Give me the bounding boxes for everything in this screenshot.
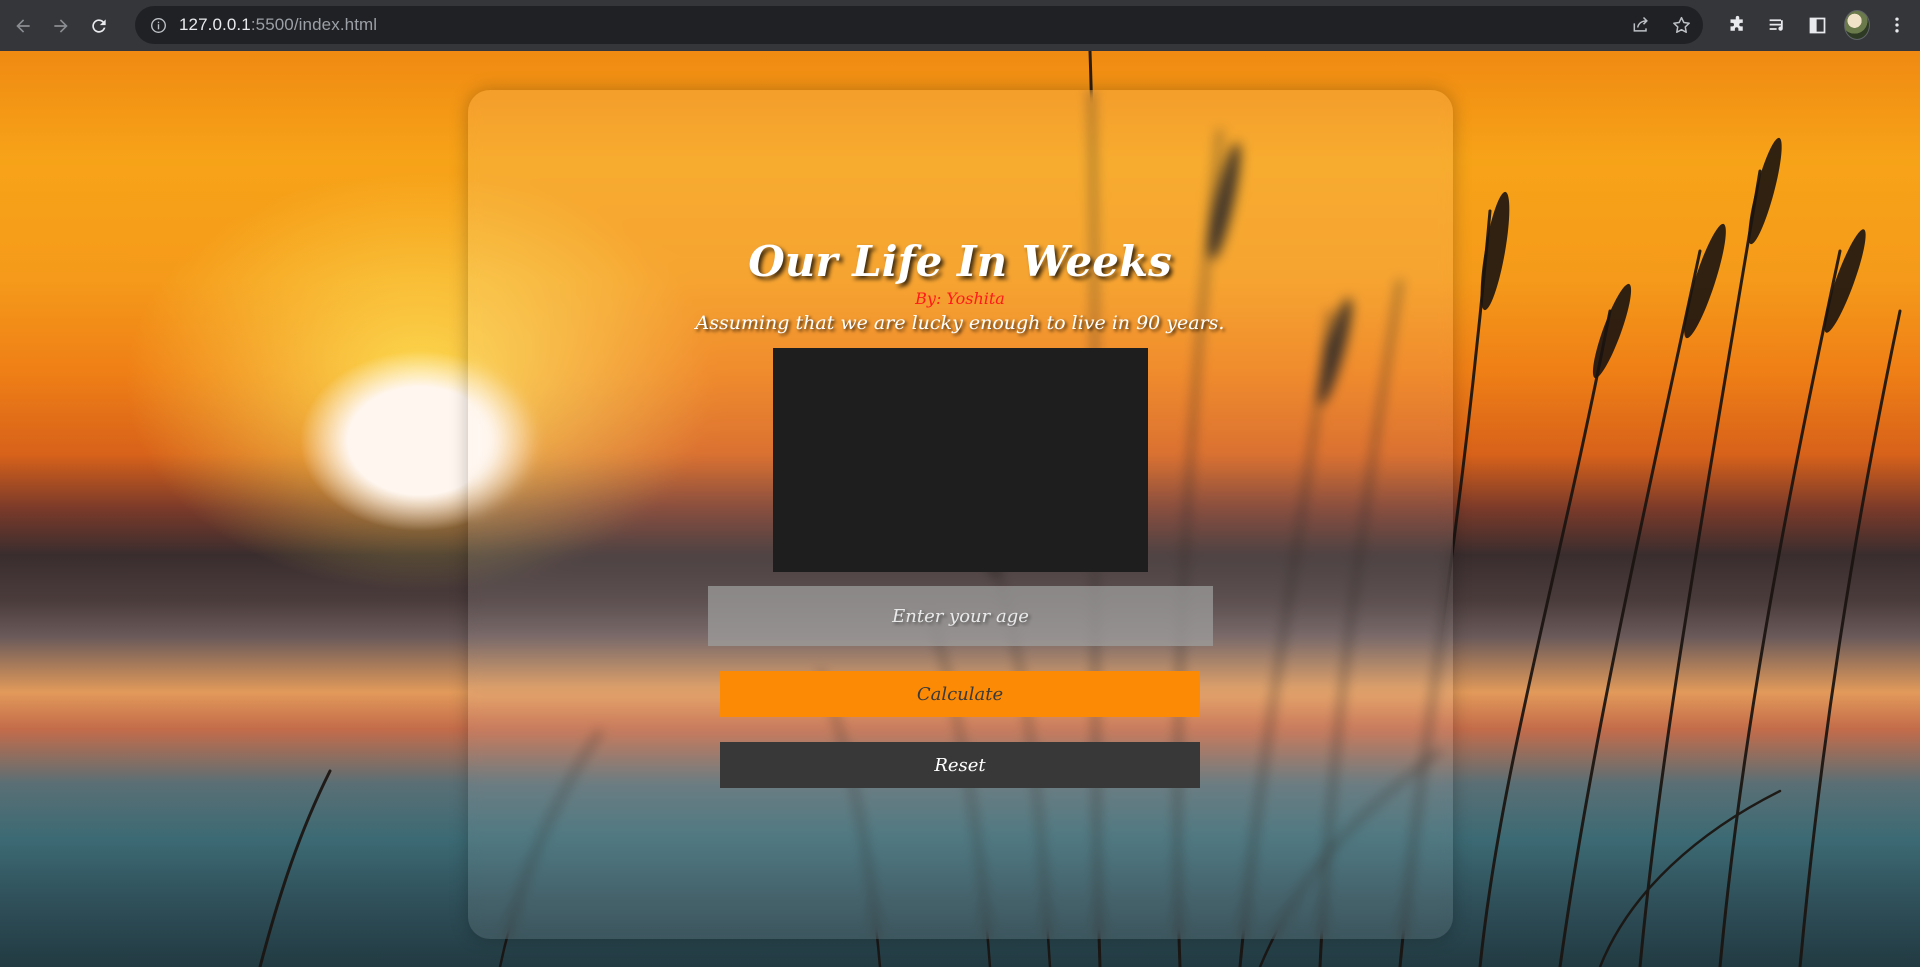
profile-avatar[interactable] [1844, 10, 1870, 40]
url-path: :5500/index.html [250, 15, 378, 34]
back-icon [16, 18, 30, 33]
reload-button[interactable] [82, 9, 116, 43]
page-title: Our Life In Weeks [748, 237, 1172, 286]
side-panel-icon[interactable] [1804, 12, 1830, 38]
share-icon[interactable] [1629, 13, 1653, 37]
author-byline: By: Yoshita [915, 289, 1005, 308]
calculate-button[interactable]: Calculate [720, 671, 1200, 717]
back-button[interactable] [6, 9, 40, 43]
reset-button[interactable]: Reset [720, 742, 1200, 788]
bookmark-star-icon[interactable] [1669, 13, 1693, 37]
age-input[interactable] [708, 586, 1213, 646]
browser-toolbar: 127.0.0.1:5500/index.html [0, 0, 1920, 51]
url-host: 127.0.0.1 [179, 15, 251, 34]
weeks-canvas [773, 348, 1148, 572]
forward-button[interactable] [44, 9, 78, 43]
forward-icon [54, 18, 68, 33]
url-text: 127.0.0.1:5500/index.html [179, 15, 377, 35]
reading-list-icon[interactable] [1764, 12, 1790, 38]
menu-icon[interactable] [1884, 12, 1910, 38]
address-bar[interactable]: 127.0.0.1:5500/index.html [135, 6, 1703, 44]
extensions-icon[interactable] [1724, 12, 1750, 38]
reload-icon [92, 18, 106, 33]
page-subtitle: Assuming that we are lucky enough to liv… [695, 312, 1225, 334]
info-icon[interactable] [149, 16, 167, 34]
